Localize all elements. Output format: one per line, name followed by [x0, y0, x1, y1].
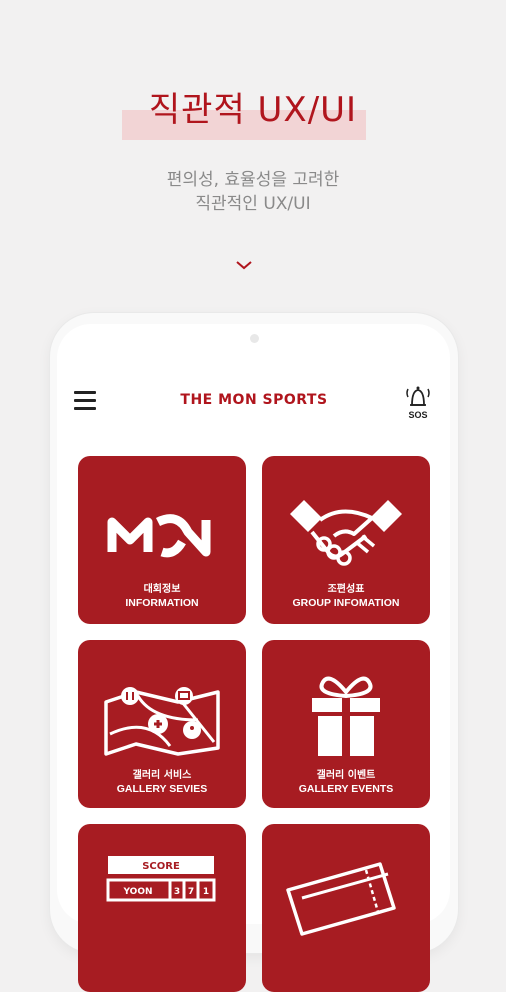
tile-label-en: INFORMATION — [125, 597, 199, 609]
page-subtitle: 편의성, 효율성을 고려한 직관적인 UX/UI — [0, 168, 506, 216]
tile-label-en: GALLERY SEVIES — [116, 783, 208, 795]
alarm-bell-icon — [406, 386, 430, 406]
tile-label-ko: 조편성표 — [327, 584, 365, 595]
sos-label: SOS — [408, 410, 428, 420]
page-title: 직관적 UX/UI — [148, 90, 358, 130]
tile-label-en: GROUP INFOMATION — [292, 597, 400, 609]
subtitle-line-1: 편의성, 효율성을 고려한 — [166, 170, 340, 190]
scoreboard-digit: 1 — [203, 887, 209, 897]
tile-group-information[interactable]: 조편성표 GROUP INFOMATION — [262, 456, 430, 624]
chevron-down-icon[interactable] — [234, 259, 254, 271]
tile-label-en: GALLERY EVENTS — [298, 783, 394, 795]
tile-label-ko: 갤러리 이벤트 — [316, 770, 376, 781]
sos-button[interactable]: SOS — [402, 383, 434, 423]
camera-dot — [250, 334, 259, 343]
tile-label-ko: 갤러리 서비스 — [132, 770, 192, 781]
tile-information[interactable]: 대회정보 INFORMATION — [78, 456, 246, 624]
tile-ticket[interactable] — [262, 824, 430, 992]
scoreboard-digit: 3 — [174, 887, 180, 897]
menu-icon[interactable] — [74, 391, 96, 411]
scoreboard-name: YOON — [122, 887, 152, 897]
scoreboard-digit: 7 — [188, 887, 194, 897]
tile-scoreboard[interactable]: SCORE YOON 3 7 1 — [78, 824, 246, 992]
ticket-icon — [286, 862, 396, 936]
app-brand: THE MON SPORTS — [180, 392, 328, 408]
subtitle-line-2: 직관적인 UX/UI — [195, 194, 311, 214]
scoreboard-title: SCORE — [142, 861, 180, 872]
tile-gallery-events[interactable]: 갤러리 이벤트 GALLERY EVENTS — [262, 640, 430, 808]
scoreboard-icon: SCORE YOON 3 7 1 — [106, 856, 216, 902]
tile-gallery-service[interactable]: 갤러리 서비스 GALLERY SEVIES — [78, 640, 246, 808]
tile-label-ko: 대회정보 — [143, 584, 181, 595]
